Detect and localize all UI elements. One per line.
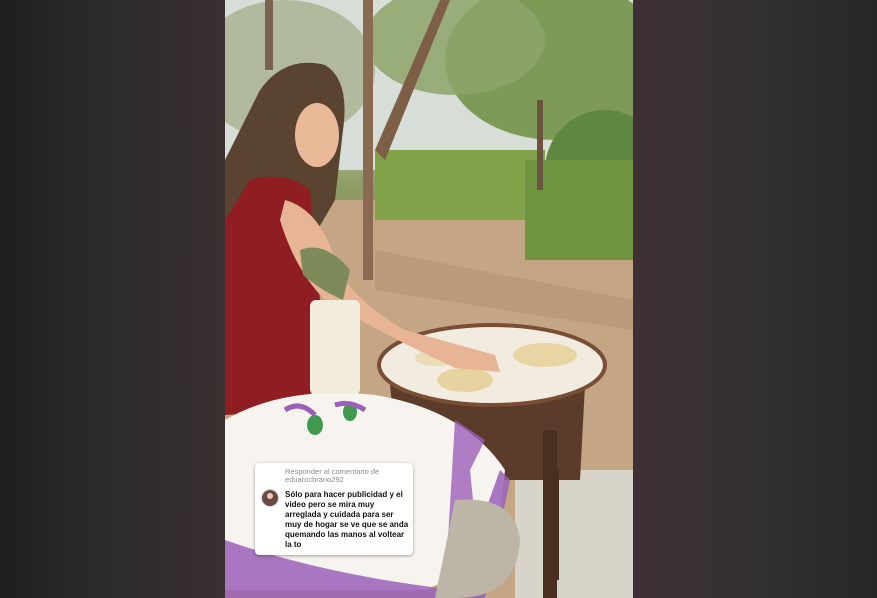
woman-face (295, 103, 339, 167)
video-frame[interactable]: Responder al comentario de eduarocbrano2… (225, 0, 633, 598)
reply-header: Responder al comentario de eduarocbrano2… (285, 467, 380, 484)
tortilla (437, 368, 493, 392)
reply-comment-text: Sólo para hacer publicidad y el video pe… (285, 490, 409, 549)
water-container (310, 300, 360, 395)
tortilla (513, 343, 577, 367)
blurred-background-left (0, 0, 225, 598)
reply-comment-sticker[interactable]: Responder al comentario de eduarocbrano2… (255, 463, 413, 555)
concrete-step (515, 470, 633, 598)
blurred-background-right (633, 0, 877, 598)
grass (375, 150, 545, 220)
tree-trunk (363, 0, 373, 280)
commenter-avatar (261, 489, 279, 507)
